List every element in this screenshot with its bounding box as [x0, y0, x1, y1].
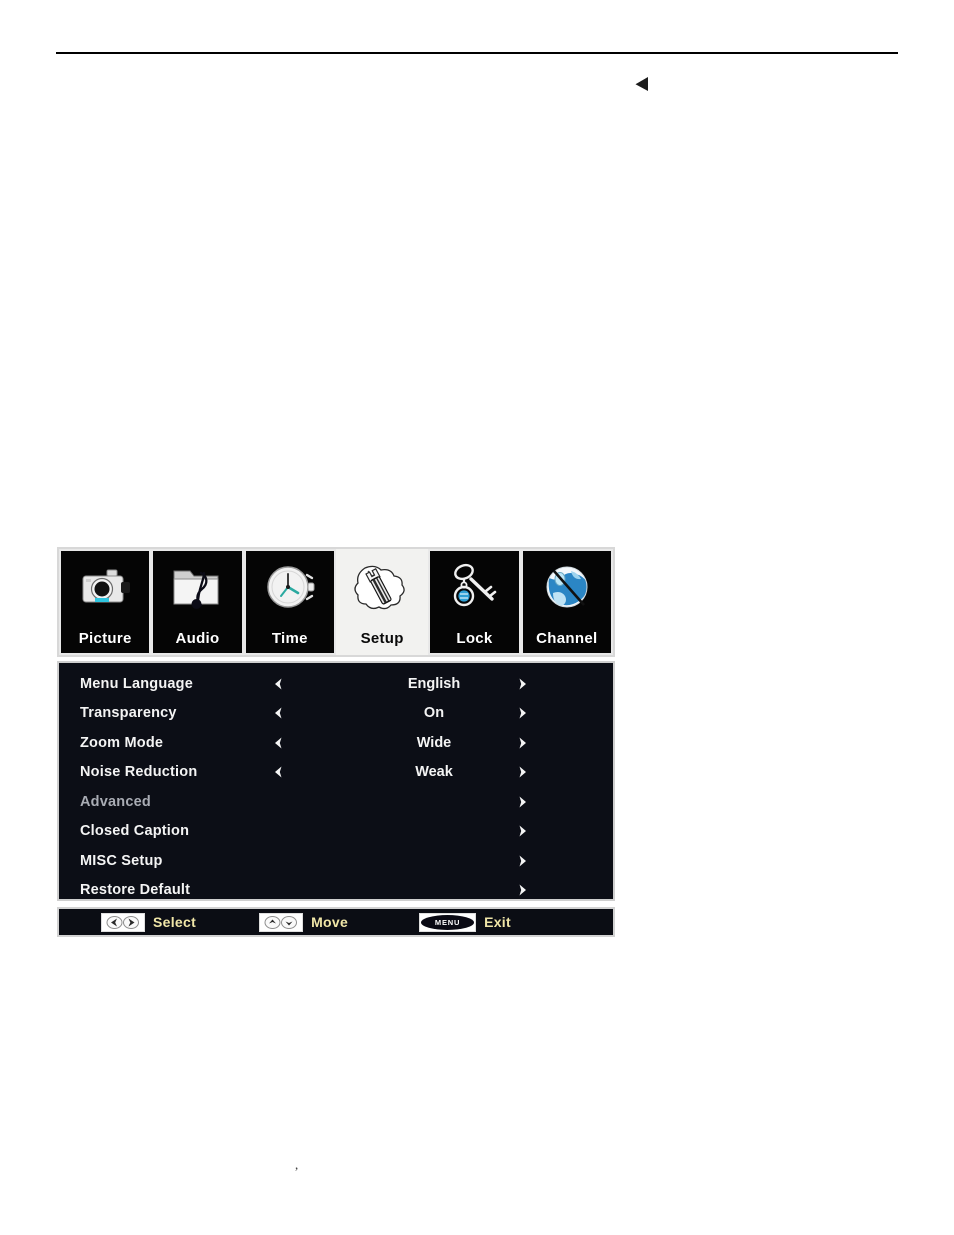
row-value: Weak: [415, 764, 453, 781]
menu-row-transparency[interactable]: Transparency On: [59, 699, 613, 729]
wrench-icon: [351, 557, 413, 617]
row-label: Closed Caption: [80, 823, 190, 840]
music-folder-icon: [166, 557, 228, 617]
chevron-right-icon[interactable]: [515, 676, 531, 692]
row-label: Transparency: [80, 705, 177, 722]
row-value: On: [423, 705, 445, 722]
camera-icon: [74, 557, 136, 617]
tab-label: Channel: [536, 630, 598, 647]
tab-time[interactable]: Time: [243, 549, 336, 655]
chevron-left-icon[interactable]: [270, 705, 286, 721]
chevron-right-icon[interactable]: [515, 735, 531, 751]
tab-lock[interactable]: Lock: [428, 549, 521, 655]
tab-channel[interactable]: Channel: [520, 549, 613, 655]
tab-label: Audio: [175, 630, 220, 647]
hint-label: Move: [311, 914, 349, 930]
tab-picture[interactable]: Picture: [59, 549, 152, 655]
row-label: Menu Language: [80, 675, 193, 692]
clock-icon: [259, 557, 321, 617]
row-label: Zoom Mode: [80, 734, 164, 751]
up-down-arrow-keys-icon: [259, 912, 304, 932]
hint-label: Exit: [484, 914, 511, 930]
row-value: English: [407, 675, 461, 692]
menu-row-advanced[interactable]: Advanced: [59, 787, 613, 817]
key-icon: [443, 557, 505, 617]
row-value: Wide: [416, 734, 452, 751]
hint-select: Select: [101, 909, 196, 935]
row-label: Noise Reduction: [80, 764, 198, 781]
tab-label: Setup: [360, 630, 404, 647]
chevron-right-icon[interactable]: [515, 853, 531, 869]
globe-antenna-icon: [536, 557, 598, 617]
menu-button-label: MENU: [421, 914, 475, 930]
osd-tab-strip: Picture Audio Time Setup Lock Channel: [57, 547, 615, 657]
left-triangle-arrow-icon: [628, 70, 656, 98]
chevron-left-icon[interactable]: [270, 735, 286, 751]
hint-exit: MENU Exit: [419, 909, 511, 935]
menu-row-misc-setup[interactable]: MISC Setup: [59, 846, 613, 876]
page-header-rule: [56, 52, 898, 54]
left-right-arrow-keys-icon: [101, 912, 145, 932]
osd-menu: Picture Audio Time Setup Lock Channel Me…: [57, 547, 615, 937]
chevron-right-icon[interactable]: [515, 764, 531, 780]
menu-row-zoom-mode[interactable]: Zoom Mode Wide: [59, 728, 613, 758]
chevron-right-icon[interactable]: [515, 823, 531, 839]
chevron-right-icon[interactable]: [515, 794, 531, 810]
tab-label: Picture: [78, 630, 132, 647]
chevron-left-icon[interactable]: [270, 676, 286, 692]
menu-row-menu-language[interactable]: Menu Language English: [59, 669, 613, 699]
osd-hint-bar: Select Move MENU Exit: [57, 907, 615, 937]
row-label: Restore Default: [80, 882, 191, 899]
tab-audio[interactable]: Audio: [151, 549, 244, 655]
tab-setup[interactable]: Setup: [335, 549, 429, 655]
chevron-right-icon[interactable]: [515, 705, 531, 721]
tab-label: Time: [271, 630, 308, 647]
chevron-right-icon[interactable]: [515, 882, 531, 898]
hint-move: Move: [259, 909, 348, 935]
row-label: MISC Setup: [80, 852, 163, 869]
stray-ink-mark: ,: [295, 1157, 299, 1172]
hint-label: Select: [153, 914, 197, 930]
menu-row-closed-caption[interactable]: Closed Caption: [59, 817, 613, 847]
tab-label: Lock: [456, 630, 493, 647]
chevron-left-icon[interactable]: [270, 764, 286, 780]
menu-row-noise-reduction[interactable]: Noise Reduction Weak: [59, 758, 613, 788]
setup-menu-list: Menu Language English Transparency On Zo…: [57, 661, 615, 901]
row-label: Advanced: [80, 793, 151, 810]
menu-button-icon: MENU: [419, 912, 477, 932]
menu-row-restore-default[interactable]: Restore Default: [59, 876, 613, 906]
